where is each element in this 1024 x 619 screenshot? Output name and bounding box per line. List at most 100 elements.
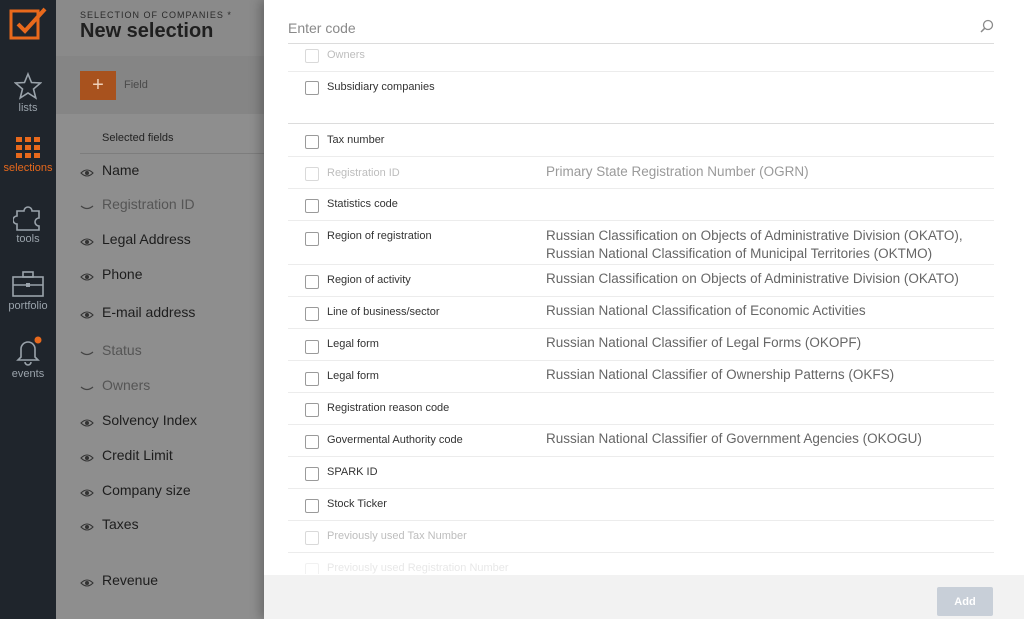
selected-field-row[interactable]: Taxes [80,516,270,546]
left-nav: lists selections tools portfolio events [0,0,56,619]
option-name: Legal form [327,370,379,382]
field-label: Revenue [102,572,159,588]
option-checkbox[interactable] [305,135,319,149]
selected-fields-label: Selected fields [102,132,174,144]
eye-icon[interactable] [80,418,94,428]
panel-footer: Add [264,575,1024,619]
field-label: Solvency Index [102,412,197,428]
option-description: Russian Classification on Objects of Adm… [546,228,963,261]
field-label: Status [102,342,142,358]
option-description: Russian National Classifier of Legal For… [546,335,862,350]
code-option-row[interactable]: Tax number [288,124,994,157]
option-name: Region of activity [327,274,411,286]
code-option-row[interactable]: Govermental Authority code Russian Nation… [288,425,994,457]
page-title: New selection [80,20,214,42]
selected-field-row[interactable]: Solvency Index [80,412,270,442]
code-option-row: Previously used Tax Number [288,521,994,553]
option-name: Line of business/sector [327,306,440,318]
code-option-row: Registration ID Primary State Registratio… [288,157,994,189]
option-description: Russian Classification on Objects of Adm… [546,271,959,286]
option-name: Previously used Tax Number [327,530,467,542]
nav-label: selections [3,162,53,174]
selected-field-row[interactable]: Revenue [80,572,270,602]
nav-item-selections[interactable]: selections [0,136,56,174]
code-option-row[interactable]: Subsidiary companies [288,72,994,124]
selected-field-row[interactable]: Phone [80,266,270,296]
nav-item-events[interactable]: events [0,336,56,380]
eye-icon[interactable] [80,310,94,320]
code-option-row[interactable]: Statistics code [288,189,994,221]
nav-item-portfolio[interactable]: portfolio [0,270,56,312]
star-icon [14,72,42,100]
option-checkbox[interactable] [305,340,319,354]
option-checkbox[interactable] [305,403,319,417]
option-checkbox[interactable] [305,199,319,213]
code-search-input[interactable] [288,16,948,40]
eye-icon[interactable] [80,237,94,247]
option-checkbox [305,563,319,574]
option-checkbox[interactable] [305,275,319,289]
add-button[interactable]: Add [937,587,993,616]
eye-closed-icon[interactable] [80,348,94,358]
field-label: Registration ID [102,196,195,212]
option-checkbox[interactable] [305,499,319,513]
eye-closed-icon[interactable] [80,383,94,393]
nav-item-tools[interactable]: tools [0,203,56,245]
option-name: SPARK ID [327,466,378,478]
code-option-row[interactable]: Region of registration Russian Classifica… [288,221,994,265]
nav-item-lists[interactable]: lists [0,72,56,114]
code-option-row[interactable]: Line of business/sector Russian National … [288,297,994,329]
eye-icon[interactable] [80,488,94,498]
option-description: Russian National Classification of Econo… [546,303,866,318]
field-input[interactable]: Field [124,79,148,91]
eye-closed-icon[interactable] [80,202,94,212]
option-checkbox[interactable] [305,232,319,246]
nav-label: portfolio [8,300,48,312]
page-subtitle: SELECTION OF COMPANIES * [80,10,232,20]
search-icon[interactable] [980,19,994,33]
code-option-row[interactable]: Legal form Russian National Classifier of… [288,361,994,393]
nav-label: tools [16,233,40,245]
option-checkbox [305,531,319,545]
option-checkbox[interactable] [305,435,319,449]
code-option-row[interactable]: Region of activity Russian Classification… [288,265,994,297]
selected-field-row[interactable]: Registration ID [80,196,270,226]
selected-field-row[interactable]: Status [80,342,270,372]
bell-icon [16,336,42,366]
field-label: Company size [102,482,191,498]
field-label: E-mail address [102,304,196,320]
selected-field-row[interactable]: Company size [80,482,270,512]
option-description: Russian National Classifier of Ownership… [546,367,895,382]
search-bar [288,10,994,44]
option-checkbox[interactable] [305,372,319,386]
selected-field-row[interactable]: Legal Address [80,231,270,261]
option-checkbox[interactable] [305,307,319,321]
eye-icon[interactable] [80,522,94,532]
field-label: Owners [102,377,151,393]
option-name: Region of registration [327,230,432,242]
code-option-row[interactable]: Legal form Russian National Classifier of… [288,329,994,361]
option-name: Tax number [327,134,385,146]
code-option-row[interactable]: Stock Ticker [288,489,994,521]
eye-icon[interactable] [80,168,94,178]
code-option-row[interactable]: SPARK ID [288,457,994,489]
selected-field-row[interactable]: Owners [80,377,270,407]
option-name: Previously used Registration Number [327,562,509,574]
selected-field-row[interactable]: Credit Limit [80,447,270,477]
code-option-row[interactable]: Registration reason code [288,393,994,425]
field-label: Legal Address [102,231,191,247]
selected-field-row[interactable]: Name [80,162,270,192]
option-checkbox[interactable] [305,467,319,481]
add-field-button[interactable]: + [80,71,116,100]
option-name: Registration reason code [327,402,450,414]
code-picker-panel: Owners Subsidiary companies Tax number Regi… [264,0,1024,619]
option-checkbox[interactable] [305,81,319,95]
eye-icon[interactable] [80,453,94,463]
selected-field-row[interactable]: E-mail address [80,304,270,334]
option-name: Stock Ticker [327,498,387,510]
checkmark-logo-icon[interactable] [8,6,48,42]
eye-icon[interactable] [80,272,94,282]
eye-icon[interactable] [80,578,94,588]
field-label: Name [102,162,140,178]
field-label: Credit Limit [102,447,173,463]
